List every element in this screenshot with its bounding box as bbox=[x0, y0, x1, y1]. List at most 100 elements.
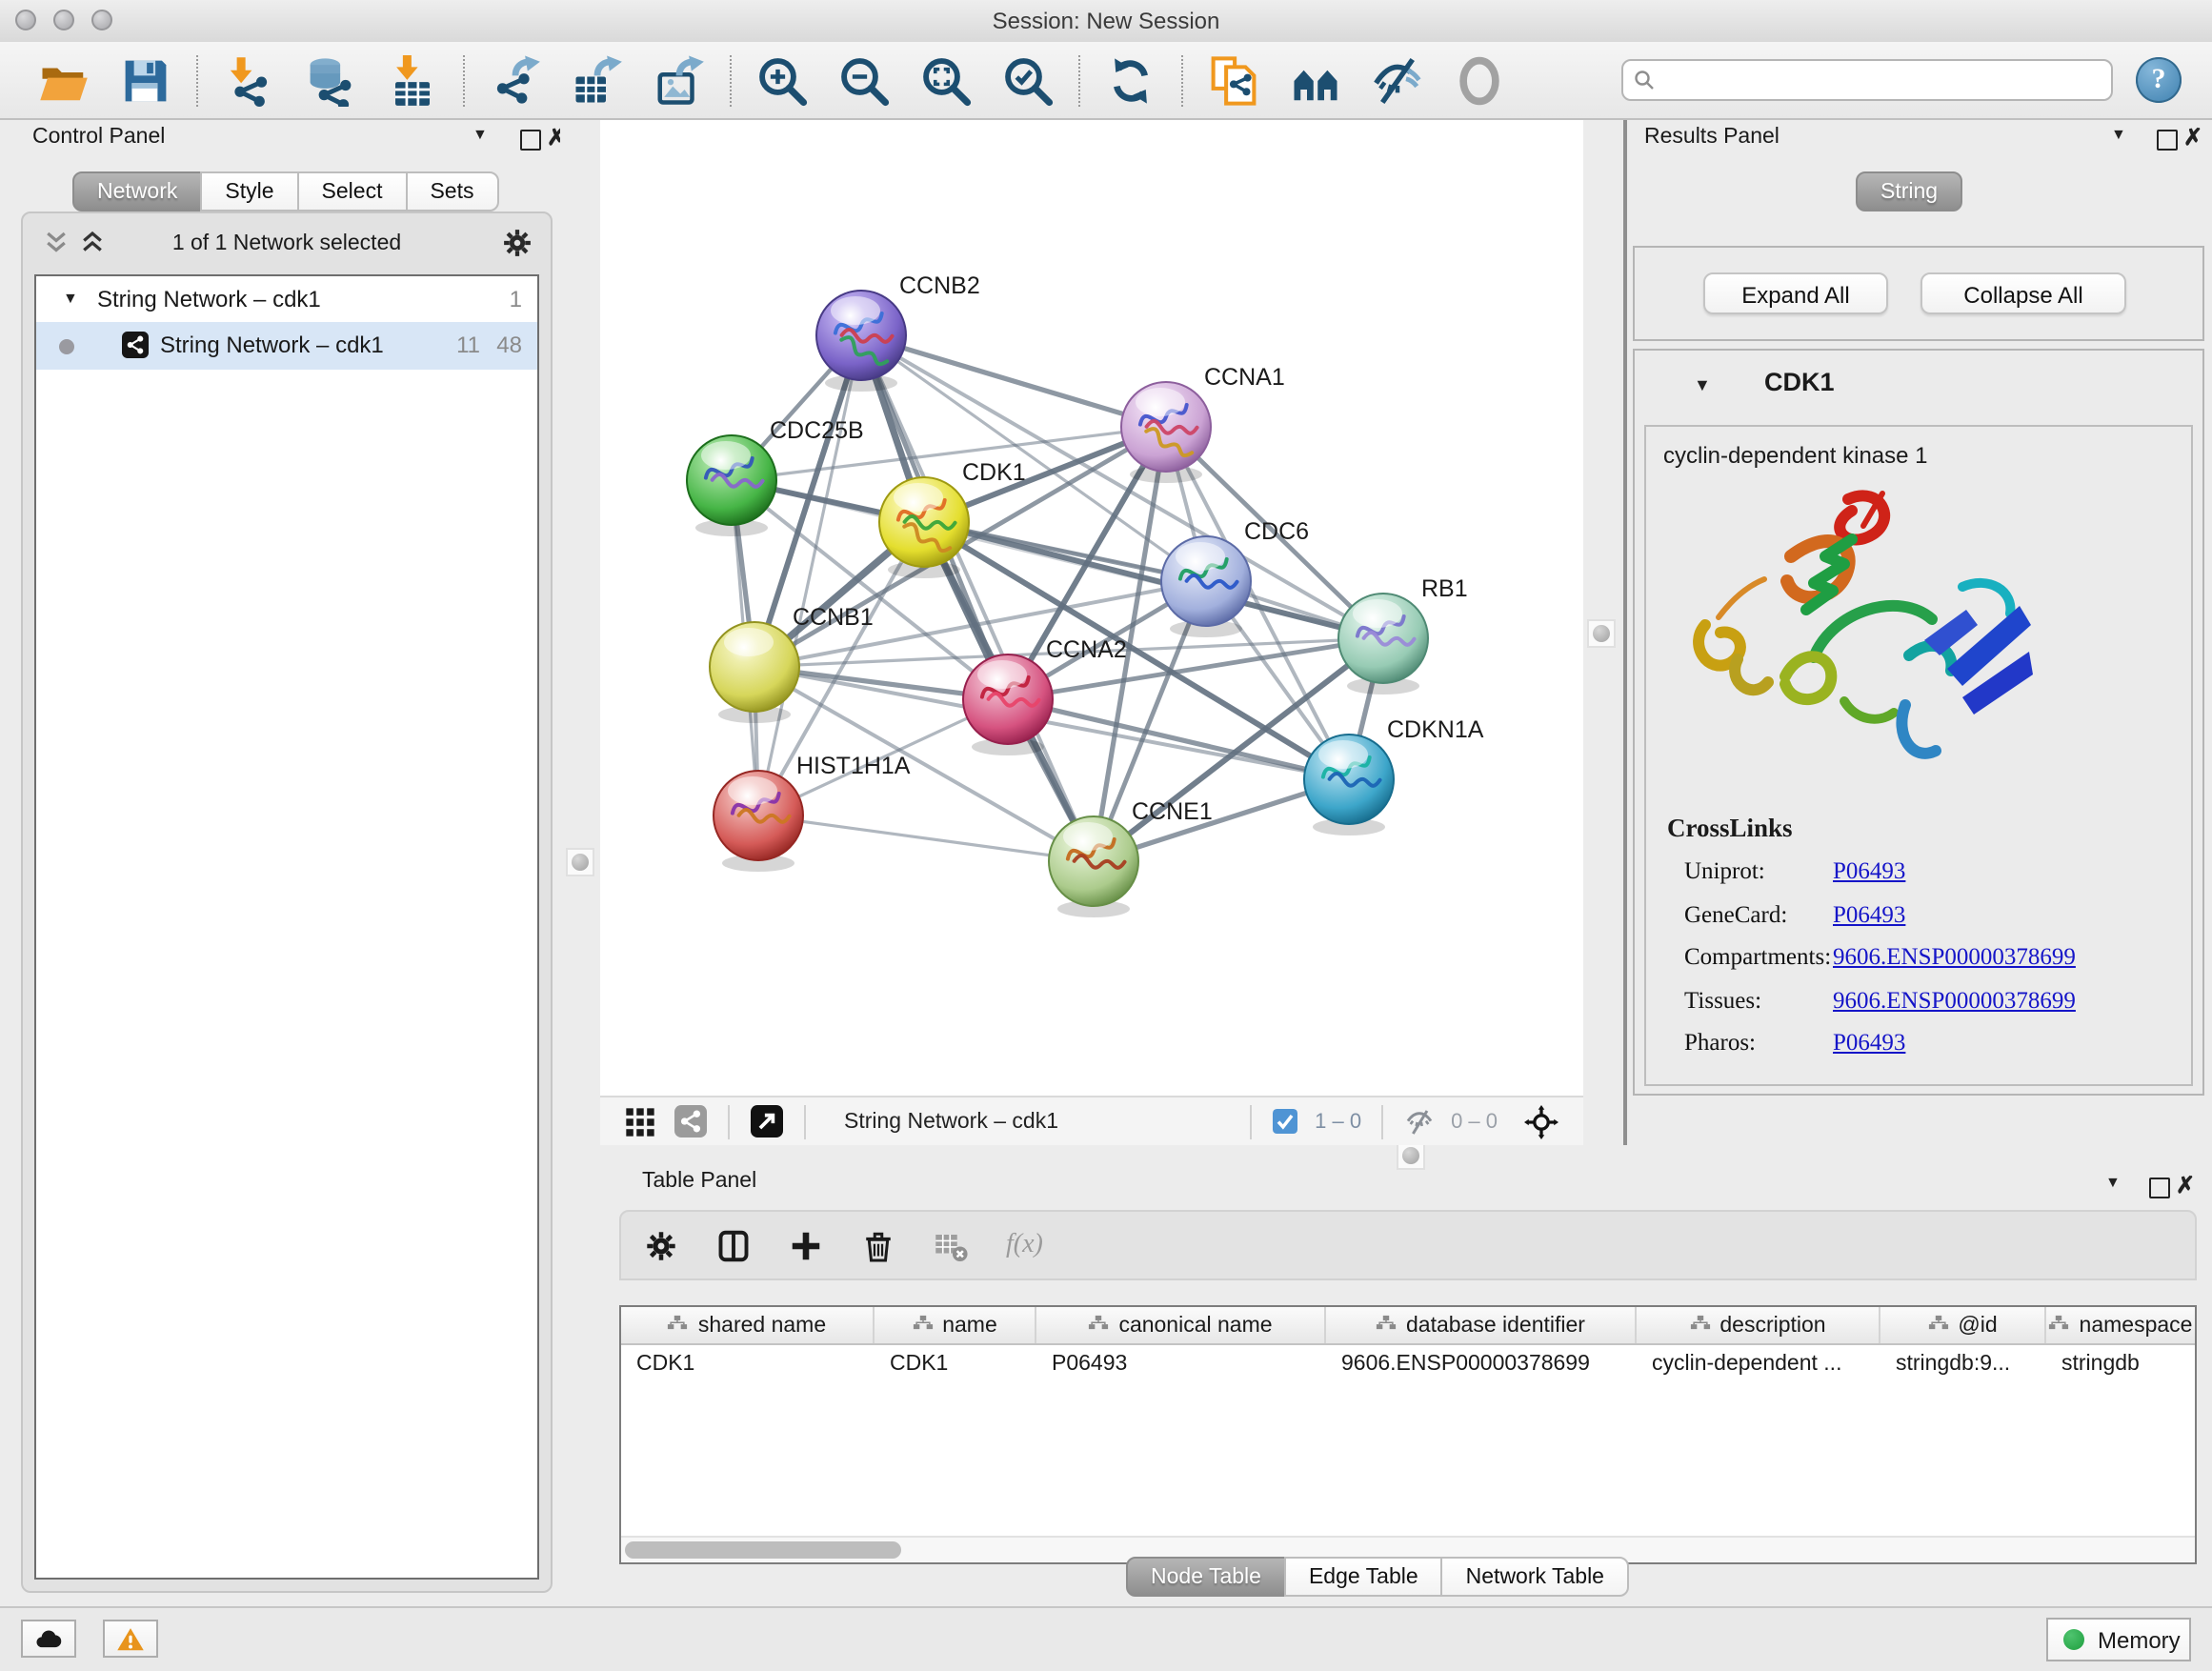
collapse-all-chevron-icon[interactable] bbox=[42, 229, 70, 257]
crosslink-row: Pharos:P06493 bbox=[1684, 1029, 2180, 1071]
network-row-selected[interactable]: String Network – cdk1 11 48 bbox=[36, 322, 537, 370]
column-header-name[interactable]: name bbox=[875, 1307, 1036, 1343]
search-input[interactable] bbox=[1663, 67, 2101, 93]
expand-all-button[interactable]: Expand All bbox=[1703, 272, 1888, 314]
column-header-label: shared name bbox=[698, 1314, 826, 1337]
open-session-icon[interactable] bbox=[38, 54, 90, 106]
network-node-CCNB2[interactable] bbox=[816, 291, 906, 392]
table-panel-float-icon[interactable]: ▼ bbox=[2105, 1174, 2121, 1191]
import-network-from-file-icon[interactable] bbox=[223, 54, 274, 106]
crosslink-value-link[interactable]: P06493 bbox=[1833, 1029, 1905, 1056]
column-header-label: description bbox=[1719, 1314, 1825, 1337]
crosslink-value-link[interactable]: P06493 bbox=[1833, 900, 1905, 927]
window-zoom-traffic-light[interactable] bbox=[91, 10, 112, 30]
network-node-RB1[interactable] bbox=[1338, 594, 1428, 695]
collapse-all-button[interactable]: Collapse All bbox=[1920, 272, 2126, 314]
export-network-icon[interactable] bbox=[490, 54, 541, 106]
zoom-fit-icon[interactable] bbox=[920, 54, 972, 106]
help-button[interactable]: ? bbox=[2136, 57, 2182, 103]
column-header-database-identifier[interactable]: database identifier bbox=[1326, 1307, 1637, 1343]
hidden-count: 0 – 0 bbox=[1451, 1110, 1498, 1133]
string-app-icon[interactable] bbox=[674, 1105, 707, 1137]
cdk1-collapse-triangle-icon[interactable]: ▼ bbox=[1694, 375, 1711, 394]
export-table-icon[interactable] bbox=[572, 54, 623, 106]
first-neighbors-icon[interactable] bbox=[1290, 54, 1341, 106]
delete-column-trash-icon[interactable] bbox=[861, 1228, 895, 1262]
fit-content-crosshair-icon[interactable] bbox=[1524, 1104, 1558, 1138]
results-panel-title: Results Panel bbox=[1644, 126, 1780, 149]
node-label-CDC25B: CDC25B bbox=[770, 417, 864, 444]
crosslink-value-link[interactable]: 9606.ENSP00000378699 bbox=[1833, 943, 2076, 970]
results-panel-maximize-icon[interactable] bbox=[2157, 130, 2178, 151]
network-node-CDKN1A[interactable] bbox=[1304, 735, 1394, 836]
warnings-button[interactable] bbox=[103, 1620, 158, 1658]
hide-selection-icon[interactable] bbox=[1372, 54, 1423, 106]
save-session-icon[interactable] bbox=[120, 54, 171, 106]
cloud-status-button[interactable] bbox=[21, 1620, 76, 1658]
open-in-browser-icon[interactable] bbox=[751, 1105, 783, 1137]
window-minimize-traffic-light[interactable] bbox=[53, 10, 74, 30]
birdseye-grid-icon[interactable] bbox=[625, 1106, 655, 1137]
table-row[interactable]: CDK1CDK1P064939606.ENSP00000378699cyclin… bbox=[621, 1345, 2195, 1383]
tab-style[interactable]: Style bbox=[200, 171, 298, 211]
crosslink-value-link[interactable]: P06493 bbox=[1833, 857, 1905, 884]
tab-string[interactable]: String bbox=[1856, 171, 1962, 211]
network-collection-row[interactable]: ▼ String Network – cdk1 1 bbox=[36, 276, 537, 322]
create-column-plus-icon[interactable] bbox=[789, 1228, 823, 1262]
right-splitter[interactable] bbox=[1583, 120, 1627, 1145]
tab-network[interactable]: Network bbox=[72, 171, 202, 211]
tab-sets[interactable]: Sets bbox=[405, 171, 498, 211]
horizontal-splitter[interactable] bbox=[564, 1145, 2212, 1168]
column-header-shared-name[interactable]: shared name bbox=[621, 1307, 875, 1343]
column-header-canonical-name[interactable]: canonical name bbox=[1036, 1307, 1326, 1343]
window-titlebar: Session: New Session bbox=[0, 0, 2212, 44]
search-box[interactable] bbox=[1621, 59, 2113, 101]
column-header-label: name bbox=[942, 1314, 997, 1337]
network-edges[interactable] bbox=[732, 335, 1383, 861]
table-options-gear-icon[interactable] bbox=[644, 1228, 678, 1262]
collection-expand-triangle-icon[interactable]: ▼ bbox=[63, 276, 78, 322]
results-panel-float-icon[interactable]: ▼ bbox=[2111, 126, 2126, 143]
network-node-CDC25B[interactable] bbox=[687, 435, 776, 536]
new-network-from-selection-icon[interactable] bbox=[1208, 54, 1259, 106]
import-network-from-database-icon[interactable] bbox=[305, 54, 356, 106]
tab-network-table[interactable]: Network Table bbox=[1441, 1557, 1629, 1597]
show-all-icon[interactable] bbox=[1454, 54, 1505, 106]
crosslink-value-link[interactable]: 9606.ENSP00000378699 bbox=[1833, 986, 2076, 1013]
column-header--id[interactable]: @id bbox=[1880, 1307, 2046, 1343]
window-close-traffic-light[interactable] bbox=[15, 10, 36, 30]
crosslink-label: Uniprot: bbox=[1684, 857, 1833, 886]
export-image-icon[interactable] bbox=[654, 54, 705, 106]
refresh-network-icon[interactable] bbox=[1105, 54, 1156, 106]
results-panel-close-icon[interactable]: ✗ bbox=[2183, 124, 2202, 151]
left-splitter[interactable] bbox=[560, 120, 600, 1601]
control-panel-maximize-icon[interactable] bbox=[520, 130, 541, 151]
memory-button[interactable]: Memory bbox=[2046, 1618, 2191, 1661]
selected-checkbox-icon[interactable] bbox=[1273, 1109, 1297, 1134]
expand-all-chevron-icon[interactable] bbox=[78, 229, 107, 257]
tab-select[interactable]: Select bbox=[297, 171, 408, 211]
network-node-CCNA1[interactable] bbox=[1121, 382, 1211, 483]
network-node-CCNE1[interactable] bbox=[1049, 816, 1138, 917]
network-node-CCNB1[interactable] bbox=[710, 622, 799, 723]
control-panel-float-icon[interactable]: ▼ bbox=[473, 126, 488, 143]
network-collection-box: 1 of 1 Network selected ▼ String Network… bbox=[21, 211, 553, 1593]
zoom-in-icon[interactable] bbox=[756, 54, 808, 106]
network-node-HIST1H1A[interactable] bbox=[714, 771, 803, 872]
tab-node-table[interactable]: Node Table bbox=[1126, 1557, 1286, 1597]
column-header-namespace[interactable]: namespace bbox=[2046, 1307, 2197, 1343]
zoom-out-icon[interactable] bbox=[838, 54, 890, 106]
scrollbar-thumb[interactable] bbox=[625, 1541, 901, 1559]
zoom-selected-icon[interactable] bbox=[1002, 54, 1054, 106]
table-panel-maximize-icon[interactable] bbox=[2149, 1178, 2170, 1198]
network-canvas[interactable]: CCNB2CCNA1CDC25BCDK1CDC6RB1CCNB1CCNA2CDK… bbox=[600, 120, 1583, 1096]
network-options-gear-icon[interactable] bbox=[501, 227, 533, 259]
tab-edge-table[interactable]: Edge Table bbox=[1284, 1557, 1443, 1597]
crosslink-label: Tissues: bbox=[1684, 986, 1833, 1015]
import-table-from-file-icon[interactable] bbox=[387, 54, 438, 106]
show-columns-icon[interactable] bbox=[716, 1228, 751, 1262]
network-selection-header: 1 of 1 Network selected bbox=[23, 221, 551, 267]
column-header-description[interactable]: description bbox=[1637, 1307, 1880, 1343]
table-header-row: shared name name canonical namedatabase id… bbox=[621, 1307, 2195, 1345]
table-panel-close-icon[interactable]: ✗ bbox=[2176, 1172, 2195, 1198]
